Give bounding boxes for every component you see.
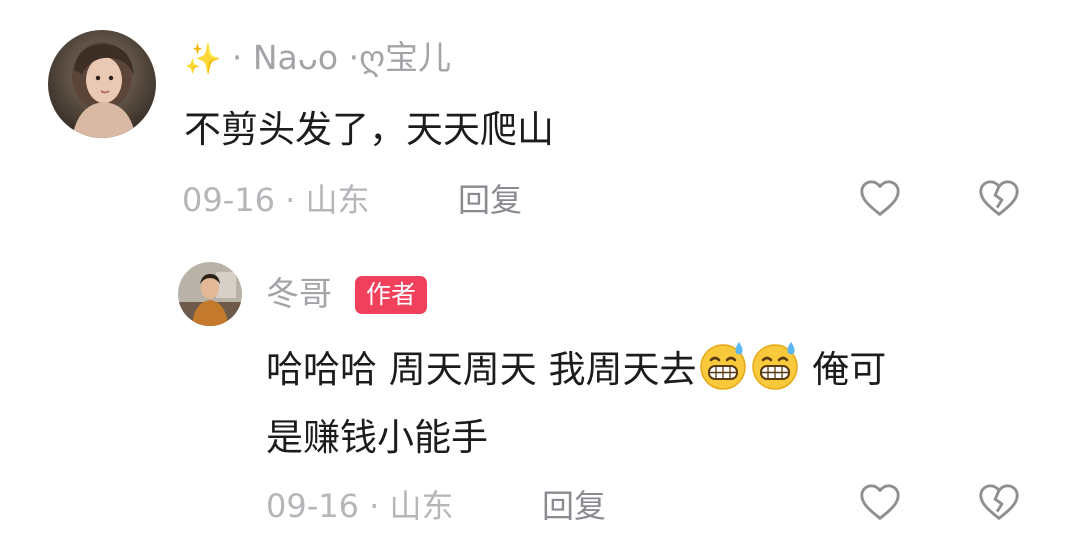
broken-heart-outline-icon[interactable] [976,176,1022,222]
author-badge: 作者 [355,276,428,314]
author-name[interactable]: 冬哥 [266,274,332,314]
comment-thread: ✨ · Naᴗo ·ღ宝儿 不剪头发了，天天爬山 09-16 · 山东 回复 冬… [0,0,1080,552]
reply-button[interactable]: 回复 [542,486,606,526]
reply-text-line1: 哈哈哈 周天周天 我周天去 [266,348,697,391]
comment-text: 不剪头发了，天天爬山 [184,108,554,151]
avatar[interactable] [178,262,242,326]
comment-date-location: 09-16 · 山东 [182,181,370,219]
reply-date-location: 09-16 · 山东 [266,487,454,525]
reply-text: 哈哈哈 周天周天 我周天去 俺可 [266,340,886,398]
grin-sweat-emoji [697,340,749,392]
reply-text-line1-tail: 俺可 [800,348,887,391]
grin-sweat-emoji [749,340,801,392]
commenter-name[interactable]: ✨ · Naᴗo ·ღ宝儿 [184,38,451,80]
broken-heart-outline-icon[interactable] [976,480,1022,526]
commenter-name-text: · Naᴗo ·ღ宝儿 [231,38,452,77]
user-avatar-image [48,30,156,138]
reply-button[interactable]: 回复 [458,180,522,220]
reply-text-line2: 是赚钱小能手 [266,416,488,459]
heart-outline-icon[interactable] [857,480,903,526]
avatar[interactable] [48,30,156,138]
heart-outline-icon[interactable] [857,176,903,222]
author-avatar-image [178,262,242,326]
sparkle-icon: ✨ [184,42,222,77]
